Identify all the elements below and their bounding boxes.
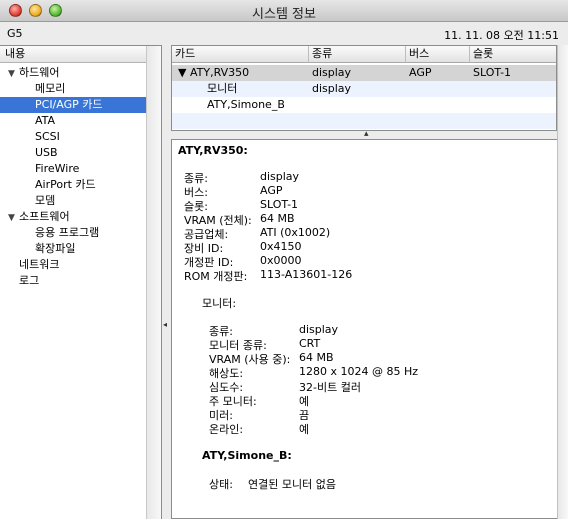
title-bar: 시스템 정보 (0, 0, 568, 22)
main-scrollbar[interactable] (557, 45, 568, 519)
slot-cell: SLOT-1 (473, 66, 512, 79)
report-datetime: 11. 11. 08 오전 11:51 (444, 29, 559, 42)
prop-value: 0x4150 (260, 240, 302, 253)
prop-value: 0x0000 (260, 254, 302, 267)
card-cell: ATY,Simone_B (207, 98, 285, 111)
prop-label: ROM 개정판: (184, 270, 248, 283)
table-row-empty (172, 113, 556, 129)
sidebar-item-firewire[interactable]: FireWire (35, 161, 79, 177)
sidebar-item-scsi[interactable]: SCSI (35, 129, 60, 145)
column-header-slot[interactable]: 슬롯 (470, 46, 556, 63)
disclosure-triangle-icon[interactable]: ▼ (8, 210, 19, 226)
card-cell: ATY,RV350 (190, 66, 250, 79)
sidebar-item-ata[interactable]: ATA (35, 113, 55, 129)
status-label: 상태: (209, 478, 233, 491)
sidebar-item-applications[interactable]: 응용 프로그램 (35, 225, 99, 241)
card-cell: 모니터 (207, 82, 238, 95)
column-header-card[interactable]: 카드 (172, 46, 309, 63)
window-title: 시스템 정보 (252, 7, 316, 22)
column-header-bus[interactable]: 버스 (406, 46, 470, 63)
sidebar-item-label: 소프트웨어 (19, 210, 70, 223)
info-bar: G5 11. 11. 08 오전 11:51 (0, 22, 568, 44)
sidebar-item-label: 하드웨어 (19, 66, 60, 79)
card-title: ATY,RV350: (178, 144, 248, 157)
prop-value: display (260, 170, 300, 183)
disclosure-triangle-icon[interactable]: ▼ (8, 66, 19, 82)
type-cell: display (312, 82, 352, 95)
machine-name: G5 (7, 27, 23, 40)
splitter-handle-icon[interactable]: ▴ (364, 129, 369, 139)
prop-value: CRT (299, 337, 321, 350)
cards-table: 카드 종류 버스 슬롯 ▼ ATY,RV350 display AGP SLOT… (171, 45, 557, 131)
table-row[interactable]: ATY,Simone_B (172, 97, 556, 113)
sidebar-item-hardware[interactable]: ▼ 하드웨어 (8, 65, 59, 81)
status-value: 연결된 모니터 없음 (248, 478, 336, 491)
sidebar-item-memory[interactable]: 메모리 (35, 81, 65, 97)
type-cell: display (312, 66, 352, 79)
prop-value: 64 MB (299, 351, 334, 364)
sidebar-item-modem[interactable]: 모뎀 (35, 193, 55, 209)
sidebar-item-logs[interactable]: 로그 (19, 273, 39, 289)
horizontal-splitter[interactable]: ▴ (171, 129, 557, 139)
monitor-title: 모니터: (202, 297, 237, 310)
bus-cell: AGP (409, 66, 432, 79)
prop-label: 온라인: (209, 423, 244, 436)
disclosure-triangle-icon[interactable]: ▼ (178, 65, 186, 81)
sidebar-item-pci-agp[interactable]: PCI/AGP 카드 (0, 97, 146, 113)
sidebar-item-extensions[interactable]: 확장파일 (35, 241, 75, 257)
prop-value: SLOT-1 (260, 198, 299, 211)
sidebar-header[interactable]: 내용 (0, 46, 161, 63)
prop-value: display (299, 323, 339, 336)
prop-value: 1280 x 1024 @ 85 Hz (299, 365, 419, 378)
prop-value: 예 (299, 423, 310, 436)
prop-value: ATI (0x1002) (260, 226, 331, 239)
contents-sidebar: 내용 ▼ 하드웨어 메모리 PCI/AGP 카드 ATA SCSI USB Fir… (0, 45, 162, 519)
sidebar-item-network[interactable]: 네트워크 (19, 257, 59, 273)
second-card-title: ATY,Simone_B: (202, 449, 292, 462)
sidebar-item-software[interactable]: ▼ 소프트웨어 (8, 209, 70, 225)
prop-value: 113-A13601-126 (260, 268, 353, 281)
sidebar-item-usb[interactable]: USB (35, 145, 58, 161)
detail-pane: ATY,RV350: 종류: display 버스: AGP 슬롯: SLOT-… (171, 139, 557, 519)
prop-value: 64 MB (260, 212, 295, 225)
table-row[interactable]: 모니터 display (172, 81, 556, 97)
sidebar-scrollbar[interactable] (146, 46, 161, 519)
prop-value: AGP (260, 184, 283, 197)
column-header-type[interactable]: 종류 (309, 46, 406, 63)
splitter-handle-icon[interactable]: ◂ (163, 320, 167, 329)
vertical-splitter[interactable]: ◂ (162, 45, 170, 519)
table-row[interactable]: ▼ ATY,RV350 display AGP SLOT-1 (172, 65, 556, 81)
table-header: 카드 종류 버스 슬롯 (172, 46, 556, 63)
sidebar-item-airport[interactable]: AirPort 카드 (35, 177, 96, 193)
